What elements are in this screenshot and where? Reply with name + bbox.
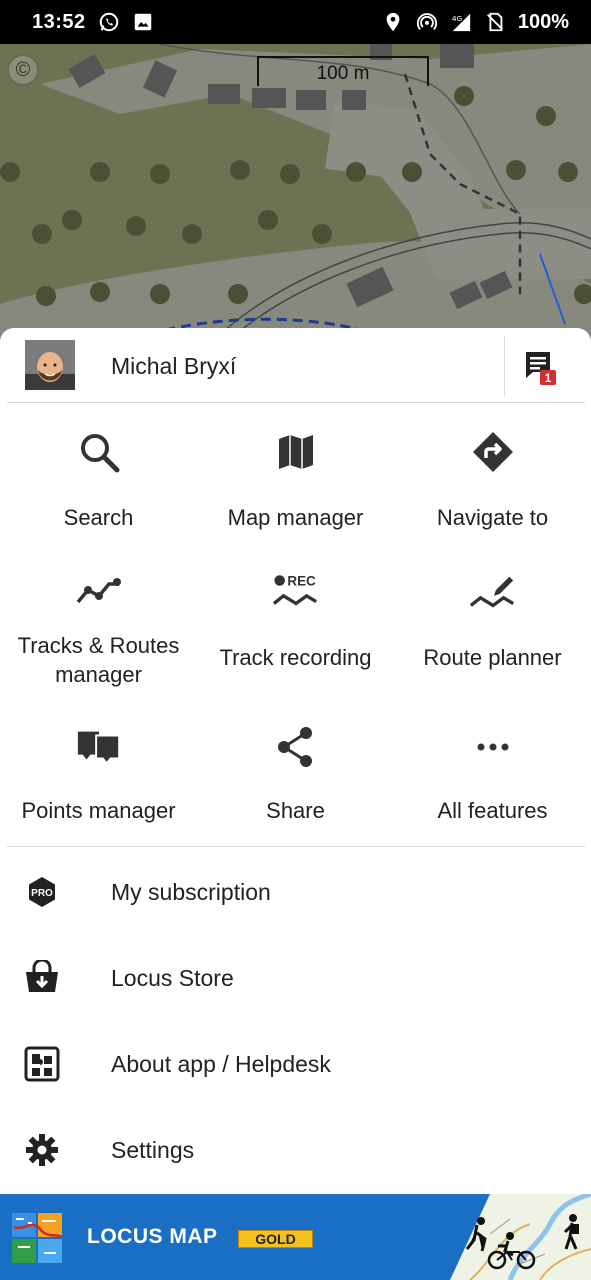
map-view[interactable]: © 100 m <box>0 44 591 344</box>
points-icon <box>75 723 123 771</box>
map-icon <box>272 428 320 476</box>
map-canvas <box>0 44 591 344</box>
banner-title: LOCUS MAP <box>87 1225 218 1248</box>
points-manager-label: Points manager <box>21 798 176 823</box>
status-bar: 13:52 4G 100% <box>0 0 591 44</box>
helpdesk-icon <box>24 1046 60 1082</box>
store-icon <box>24 960 60 996</box>
whatsapp-icon <box>98 11 120 33</box>
points-manager-button[interactable]: Points manager <box>0 723 197 825</box>
svg-text:PRO: PRO <box>31 888 53 899</box>
share-label: Share <box>266 798 325 823</box>
avatar[interactable] <box>25 340 75 390</box>
location-icon <box>382 11 404 33</box>
divider <box>7 402 585 403</box>
map-copyright-button[interactable]: © <box>7 54 39 86</box>
settings-item[interactable]: Settings <box>0 1106 591 1192</box>
about-helpdesk-item[interactable]: About app / Helpdesk <box>0 1020 591 1106</box>
locus-map-gold-banner[interactable]: LOCUS MAP GOLD <box>0 1194 591 1280</box>
search-button[interactable]: Search <box>0 428 197 532</box>
svg-text:REC: REC <box>287 573 316 588</box>
tracks-routes-manager-button[interactable]: Tracks & Routes manager <box>0 568 197 689</box>
more-icon <box>469 723 517 771</box>
user-name: Michal Bryxí <box>111 353 237 379</box>
route-planner-button[interactable]: Route planner <box>394 568 591 672</box>
svg-text:4G: 4G <box>452 14 463 23</box>
my-subscription-item[interactable]: PRO My subscription <box>0 848 591 934</box>
locus-map-logo <box>12 1213 63 1263</box>
message-count-badge: 1 <box>545 371 552 385</box>
search-label: Search <box>63 505 134 530</box>
all-features-label: All features <box>437 798 548 823</box>
route-planner-icon <box>469 568 517 616</box>
map-manager-button[interactable]: Map manager <box>197 428 394 532</box>
user-profile-row[interactable]: Michal Bryxí 1 <box>0 328 591 404</box>
route-planner-label: Route planner <box>423 645 562 670</box>
battery-level: 100% <box>517 10 569 33</box>
image-icon <box>132 11 154 33</box>
gold-badge: GOLD <box>238 1230 313 1248</box>
navigate-to-label: Navigate to <box>436 505 549 530</box>
track-recording-icon: REC <box>272 568 320 616</box>
no-sim-icon <box>484 11 506 33</box>
gear-icon <box>24 1132 60 1168</box>
share-icon <box>272 723 320 771</box>
map-scale-bar: 100 m <box>257 56 429 86</box>
divider <box>7 846 585 847</box>
divider <box>504 336 505 396</box>
track-recording-label: Track recording <box>219 645 372 670</box>
locus-store-label: Locus Store <box>111 965 234 991</box>
signal-4g-icon: 4G <box>450 11 472 33</box>
navigate-icon <box>469 428 517 476</box>
hotspot-icon <box>416 11 438 33</box>
my-subscription-label: My subscription <box>111 879 271 905</box>
all-features-button[interactable]: All features <box>394 723 591 825</box>
settings-label: Settings <box>111 1137 195 1163</box>
map-manager-label: Map manager <box>227 505 364 530</box>
tracks-icon <box>75 568 123 616</box>
navigate-to-button[interactable]: Navigate to <box>394 428 591 532</box>
status-time: 13:52 <box>32 10 86 33</box>
about-helpdesk-label: About app / Helpdesk <box>111 1051 331 1077</box>
track-recording-button[interactable]: REC Track recording <box>197 568 394 672</box>
search-icon <box>75 428 123 476</box>
messages-icon: 1 <box>526 352 556 385</box>
pro-icon: PRO <box>24 874 60 910</box>
share-button[interactable]: Share <box>197 723 394 825</box>
messages-button[interactable]: 1 <box>520 346 560 386</box>
tracks-routes-manager-label: Tracks & Routes manager <box>17 633 180 687</box>
locus-store-item[interactable]: Locus Store <box>0 934 591 1020</box>
main-menu-sheet: Michal Bryxí 1 Search Map manager Naviga… <box>0 328 591 1194</box>
banner-illustration <box>450 1194 591 1280</box>
